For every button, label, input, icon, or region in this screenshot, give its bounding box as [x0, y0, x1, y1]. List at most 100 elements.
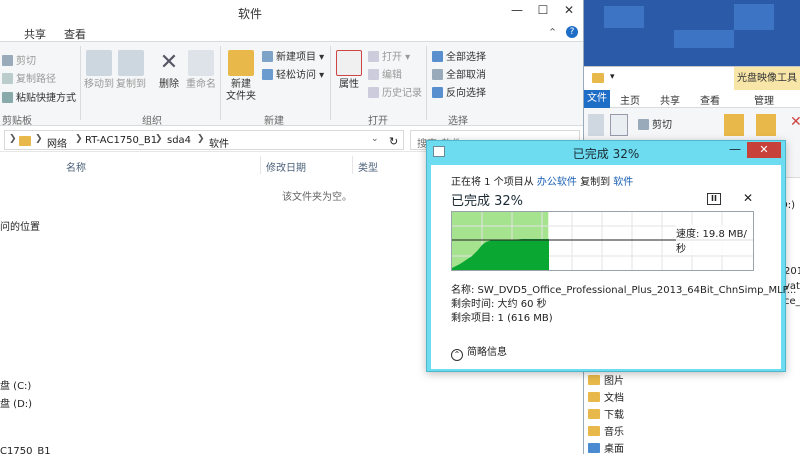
easy-access-label: 轻松访问 ▾ — [276, 70, 325, 81]
downloads-folder-icon — [588, 409, 600, 419]
dialog-title-bar[interactable]: 已完成 32% — ✕ — [427, 141, 785, 163]
nav-recent-places[interactable]: 问的位置 — [0, 218, 40, 233]
new-item-label: 新建项目 ▾ — [276, 52, 325, 63]
dialog-minimize-button[interactable]: — — [723, 142, 747, 158]
open-label: 打开 ▾ — [382, 52, 411, 63]
fewer-details-toggle[interactable]: ⌃ 简略信息 — [451, 343, 507, 361]
paste-icon[interactable] — [610, 114, 628, 136]
tab-manage[interactable]: 管理 — [754, 92, 774, 107]
move-to-label: 移动到 — [84, 79, 114, 90]
copy-icon[interactable] — [588, 114, 604, 136]
desktop-folder-icon — [588, 443, 600, 453]
ribbon: 剪切 复制路径 粘贴快捷方式 剪贴板 移动到 复制到 ✕ 删除 重命名 组织 新建… — [0, 42, 583, 127]
nav-drive-c[interactable]: 盘 (C:) — [0, 377, 31, 392]
chevron-right-icon: ❯ — [155, 134, 163, 144]
cut-button[interactable]: 剪切 — [638, 116, 672, 131]
open-icon — [368, 51, 379, 62]
copy-to-icon[interactable] — [756, 114, 776, 136]
nav-music[interactable]: 音乐 — [588, 423, 624, 438]
column-modified[interactable]: 修改日期 — [266, 159, 306, 174]
ribbon-tabs: 文件 主页 共享 查看 管理 — [584, 90, 800, 108]
cut-label: 剪切 — [652, 120, 672, 131]
tab-share[interactable]: 共享 — [660, 92, 680, 107]
history-button[interactable]: 历史记录 — [368, 84, 422, 99]
column-type[interactable]: 类型 — [358, 159, 378, 174]
dialog-close-button[interactable]: ✕ — [747, 142, 781, 158]
source-folder-link[interactable]: 办公软件 — [537, 177, 577, 188]
items-remaining: 剩余项目: 1 (616 MB) — [451, 313, 553, 324]
select-none-icon — [432, 69, 443, 80]
nav-pictures[interactable]: 图片 — [588, 372, 624, 387]
easy-access-button[interactable]: 轻松访问 ▾ — [262, 66, 324, 81]
tab-file[interactable]: 文件 — [584, 90, 610, 108]
pictures-folder-icon — [588, 375, 600, 385]
delete-button[interactable]: ✕ 删除 — [152, 50, 186, 91]
column-divider[interactable] — [352, 156, 353, 174]
tab-view[interactable]: 查看 — [700, 92, 720, 107]
nav-downloads[interactable]: 下载 — [588, 406, 624, 421]
transfer-speed-graph: 速度: 19.8 MB/秒 — [451, 211, 754, 271]
column-divider[interactable] — [260, 156, 261, 174]
breadcrumb-router[interactable]: RT-AC1750_B1 — [85, 135, 157, 146]
tab-share[interactable]: 共享 — [24, 26, 46, 42]
history-icon — [368, 87, 379, 98]
nav-drive-d[interactable]: 盘 (D:) — [0, 395, 32, 410]
move-to-button[interactable]: 移动到 — [82, 50, 116, 91]
time-remaining: 剩余时间: 大约 60 秒 — [451, 299, 547, 310]
nav-desktop[interactable]: 桌面 — [588, 440, 624, 454]
speed-label: 速度: 19.8 MB/秒 — [676, 225, 753, 255]
copy-description: 正在将 1 个项目从 办公软件 复制到 软件 — [451, 173, 633, 188]
new-item-button[interactable]: 新建项目 ▾ — [262, 48, 324, 63]
empty-folder-message: 该文件夹为空。 — [282, 192, 352, 203]
nav-pictures-label: 图片 — [604, 376, 624, 387]
edit-button[interactable]: 编辑 — [368, 66, 402, 81]
copy-to-icon — [118, 50, 144, 76]
tab-home[interactable]: 主页 — [620, 92, 640, 107]
maximize-button[interactable]: ☐ — [530, 2, 556, 19]
delete-x-icon[interactable]: ✕ — [790, 114, 800, 130]
invert-selection-button[interactable]: 反向选择 — [432, 84, 486, 99]
column-name[interactable]: 名称 — [66, 159, 86, 174]
fewer-details-label: 简略信息 — [467, 347, 507, 358]
group-divider — [330, 46, 331, 120]
copy-path-label: 复制路径 — [16, 74, 56, 85]
address-input[interactable]: ❯ ❯ 网络 ❯ RT-AC1750_B1 ❯ sda4 ❯ 软件 ⌄ ↻ — [4, 130, 404, 150]
breadcrumb-network[interactable]: 网络 — [47, 135, 67, 150]
breadcrumb-software[interactable]: 软件 — [209, 135, 229, 150]
cancel-button[interactable]: ✕ — [743, 191, 753, 205]
move-to-icon[interactable] — [724, 114, 744, 136]
help-icon[interactable]: ? — [566, 26, 578, 38]
pause-button[interactable]: II — [707, 193, 721, 205]
rename-button[interactable]: 重命名 — [184, 50, 218, 91]
select-none-button[interactable]: 全部取消 — [432, 66, 486, 81]
properties-button[interactable]: 属性 — [332, 50, 366, 91]
music-folder-icon — [588, 426, 600, 436]
copy-to-button[interactable]: 复制到 — [114, 50, 148, 91]
nav-network-device[interactable]: C1750_B1 — [0, 446, 51, 454]
paste-shortcut-button[interactable]: 粘贴快捷方式 — [2, 89, 76, 104]
dest-folder-link[interactable]: 软件 — [613, 177, 633, 188]
breadcrumb-sda4[interactable]: sda4 — [167, 135, 191, 146]
copy-path-button[interactable]: 复制路径 — [2, 70, 56, 85]
quick-access-icon[interactable]: ▾ — [610, 72, 615, 82]
chevron-up-icon[interactable]: ⌃ — [548, 26, 557, 39]
tab-view[interactable]: 查看 — [64, 26, 86, 42]
edit-label: 编辑 — [382, 70, 402, 81]
chevron-down-icon[interactable]: ⌄ — [371, 134, 379, 144]
ribbon-tabs: 共享 查看 ⌃ ? — [0, 24, 583, 42]
select-all-button[interactable]: 全部选择 — [432, 48, 486, 63]
new-folder-button[interactable]: 新建 文件夹 — [224, 50, 258, 103]
minimize-button[interactable]: — — [504, 2, 530, 19]
nav-documents[interactable]: 文档 — [588, 389, 624, 404]
new-item-icon — [262, 51, 273, 62]
close-button[interactable]: ✕ — [556, 2, 582, 19]
delete-x-icon: ✕ — [159, 50, 179, 75]
new-folder-label-2: 文件夹 — [226, 91, 256, 102]
refresh-icon[interactable]: ↻ — [389, 135, 398, 148]
open-button[interactable]: 打开 ▾ — [368, 48, 410, 63]
paste-shortcut-icon — [2, 92, 13, 103]
copy-to-label: 复制到 — [116, 79, 146, 90]
cut-button[interactable]: 剪切 — [2, 52, 36, 67]
tab-disc-image-tools[interactable]: 光盘映像工具 — [734, 67, 800, 91]
nav-downloads-label: 下载 — [604, 410, 624, 421]
